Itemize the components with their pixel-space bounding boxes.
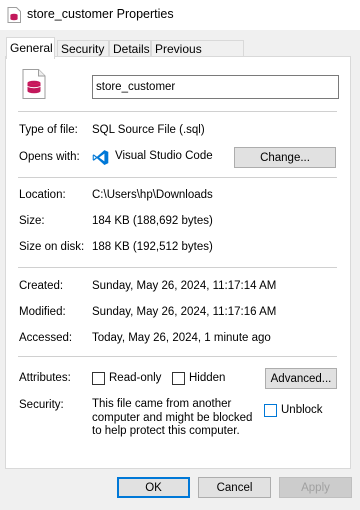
accessed-label: Accessed: bbox=[19, 332, 73, 344]
accessed-value: Today, May 26, 2024, 1 minute ago bbox=[92, 332, 271, 344]
attributes-label: Attributes: bbox=[19, 372, 71, 384]
size-on-disk-label: Size on disk: bbox=[19, 241, 85, 253]
file-name-field[interactable] bbox=[92, 75, 339, 99]
apply-button[interactable]: Apply bbox=[279, 477, 352, 498]
sql-file-icon bbox=[22, 69, 46, 99]
location-label: Location: bbox=[19, 189, 66, 201]
unblock-label: Unblock bbox=[281, 404, 323, 416]
size-value: 184 KB (188,692 bytes) bbox=[92, 215, 213, 227]
hidden-checkbox[interactable] bbox=[172, 372, 185, 385]
separator bbox=[18, 267, 337, 268]
size-on-disk-value: 188 KB (192,512 bytes) bbox=[92, 241, 213, 253]
type-of-file-label: Type of file: bbox=[19, 124, 78, 136]
hidden-label: Hidden bbox=[189, 372, 226, 384]
size-label: Size: bbox=[19, 215, 45, 227]
unblock-checkbox[interactable] bbox=[264, 404, 277, 417]
window-title: store_customer Properties bbox=[27, 7, 174, 21]
created-value: Sunday, May 26, 2024, 11:17:14 AM bbox=[92, 280, 277, 292]
created-label: Created: bbox=[19, 280, 64, 292]
general-panel: Type of file: SQL Source File (.sql) Ope… bbox=[5, 56, 351, 469]
location-value: C:\Users\hp\Downloads bbox=[92, 189, 213, 201]
security-message: This file came from another computer and… bbox=[92, 398, 253, 437]
separator bbox=[18, 356, 337, 357]
tab-general[interactable]: General bbox=[6, 37, 55, 59]
modified-label: Modified: bbox=[19, 306, 66, 318]
vscode-icon bbox=[92, 150, 109, 165]
sql-file-icon bbox=[7, 7, 21, 23]
modified-value: Sunday, May 26, 2024, 11:17:16 AM bbox=[92, 306, 277, 318]
opens-with-app: Visual Studio Code bbox=[115, 150, 213, 162]
advanced-button[interactable]: Advanced... bbox=[265, 368, 337, 389]
read-only-label: Read-only bbox=[109, 372, 162, 384]
opens-with-label: Opens with: bbox=[19, 151, 80, 163]
separator bbox=[18, 111, 337, 112]
title-bar: store_customer Properties bbox=[0, 0, 360, 30]
ok-button[interactable]: OK bbox=[117, 477, 190, 498]
cancel-button[interactable]: Cancel bbox=[198, 477, 271, 498]
type-of-file-value: SQL Source File (.sql) bbox=[92, 124, 205, 136]
change-button[interactable]: Change... bbox=[234, 147, 336, 168]
security-label: Security: bbox=[19, 399, 64, 411]
read-only-checkbox[interactable] bbox=[92, 372, 105, 385]
separator bbox=[18, 177, 337, 178]
